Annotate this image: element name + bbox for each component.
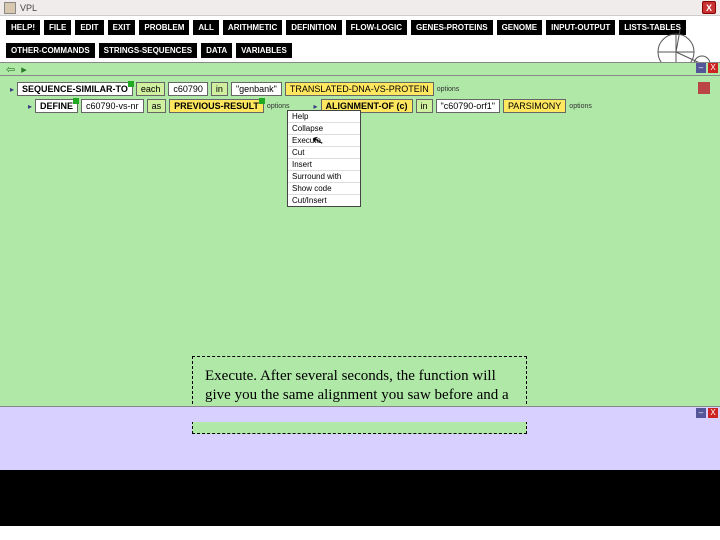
options-label[interactable]: options <box>267 103 290 110</box>
output-minimize[interactable]: – <box>696 408 706 418</box>
arg-literal[interactable]: "c60790-orf1" <box>436 99 500 113</box>
arg-in[interactable]: in <box>211 82 228 96</box>
toolbar-flow-logic[interactable]: FLOW-LOGIC <box>346 20 407 35</box>
workspace-minimize[interactable]: – <box>696 63 706 73</box>
expand-icon[interactable]: ▸ <box>28 102 32 111</box>
menu-surround-with[interactable]: Surround with <box>288 171 360 183</box>
app-icon <box>4 2 16 14</box>
toolbar-help[interactable]: HELP! <box>6 20 40 35</box>
toolbar-file[interactable]: FILE <box>44 20 71 35</box>
toolbar-genome[interactable]: GENOME <box>497 20 543 35</box>
toolbar-exit[interactable]: EXIT <box>108 20 136 35</box>
menu-cut-insert[interactable]: Cut/Insert <box>288 195 360 206</box>
end-marker-icon <box>698 82 710 94</box>
toolbar-definition[interactable]: DEFINITION <box>286 20 341 35</box>
expand-icon[interactable]: ▸ <box>10 85 14 94</box>
menu-show-code[interactable]: Show code <box>288 183 360 195</box>
window-titlebar: VPL X <box>0 0 720 16</box>
workspace-header: ⇦ ▸ – X <box>0 62 720 76</box>
menu-collapse[interactable]: Collapse <box>288 123 360 135</box>
toolbar-strings-sequences[interactable]: STRINGS-SEQUENCES <box>99 43 197 58</box>
run-arrow-icon[interactable]: ▸ <box>21 63 27 76</box>
toolbar-other-commands[interactable]: OTHER-COMMANDS <box>6 43 95 58</box>
fn-define[interactable]: DEFINE <box>35 99 78 113</box>
menu-help[interactable]: Help <box>288 111 360 123</box>
arg-each[interactable]: each <box>136 82 166 96</box>
toolbar-arithmetic[interactable]: ARITHMETIC <box>223 20 282 35</box>
command-toolbar: HELP! FILE EDIT EXIT PROBLEM ALL ARITHME… <box>0 16 720 62</box>
toolbar-genes-proteins[interactable]: GENES-PROTEINS <box>411 20 493 35</box>
options-label[interactable]: options <box>569 103 592 110</box>
code-row: ▸ DEFINE c60790-vs-nr as PREVIOUS-RESULT… <box>28 99 710 113</box>
options-label[interactable]: options <box>437 86 460 93</box>
output-close[interactable]: X <box>708 408 718 418</box>
window-close-button[interactable]: X <box>702 1 716 14</box>
window-title: VPL <box>20 3 698 13</box>
toolbar-all[interactable]: ALL <box>193 20 219 35</box>
arg-value[interactable]: c60790 <box>168 82 208 96</box>
code-row: ▸ SEQUENCE-SIMILAR-TO each c60790 in "ge… <box>10 82 710 96</box>
toolbar-input-output[interactable]: INPUT-OUTPUT <box>546 20 615 35</box>
fn-sequence-similar-to[interactable]: SEQUENCE-SIMILAR-TO <box>17 82 133 96</box>
fn-translated[interactable]: TRANSLATED-DNA-VS-PROTEIN <box>285 82 434 96</box>
arg-literal[interactable]: "genbank" <box>231 82 282 96</box>
menu-insert[interactable]: Insert <box>288 159 360 171</box>
toolbar-data[interactable]: DATA <box>201 43 232 58</box>
toolbar-problem[interactable]: PROBLEM <box>139 20 189 35</box>
output-header: – X <box>0 406 720 422</box>
menu-cut[interactable]: Cut <box>288 147 360 159</box>
arg-var[interactable]: c60790-vs-nr <box>81 99 144 113</box>
fn-parsimony[interactable]: PARSIMONY <box>503 99 566 113</box>
context-menu: Help Collapse Execute Cut Insert Surroun… <box>287 110 361 207</box>
workspace-close[interactable]: X <box>708 63 718 73</box>
toolbar-edit[interactable]: EDIT <box>75 20 103 35</box>
footer-strip <box>0 470 720 526</box>
instruction-note: Execute. After several seconds, the func… <box>192 356 527 434</box>
fn-previous-result[interactable]: PREVIOUS-RESULT <box>169 99 264 113</box>
code-canvas: ▸ SEQUENCE-SIMILAR-TO each c60790 in "ge… <box>0 76 720 406</box>
collapse-arrow-icon[interactable]: ⇦ <box>6 63 15 76</box>
arg-in[interactable]: in <box>416 99 433 113</box>
arg-as[interactable]: as <box>147 99 167 113</box>
toolbar-variables[interactable]: VARIABLES <box>236 43 292 58</box>
